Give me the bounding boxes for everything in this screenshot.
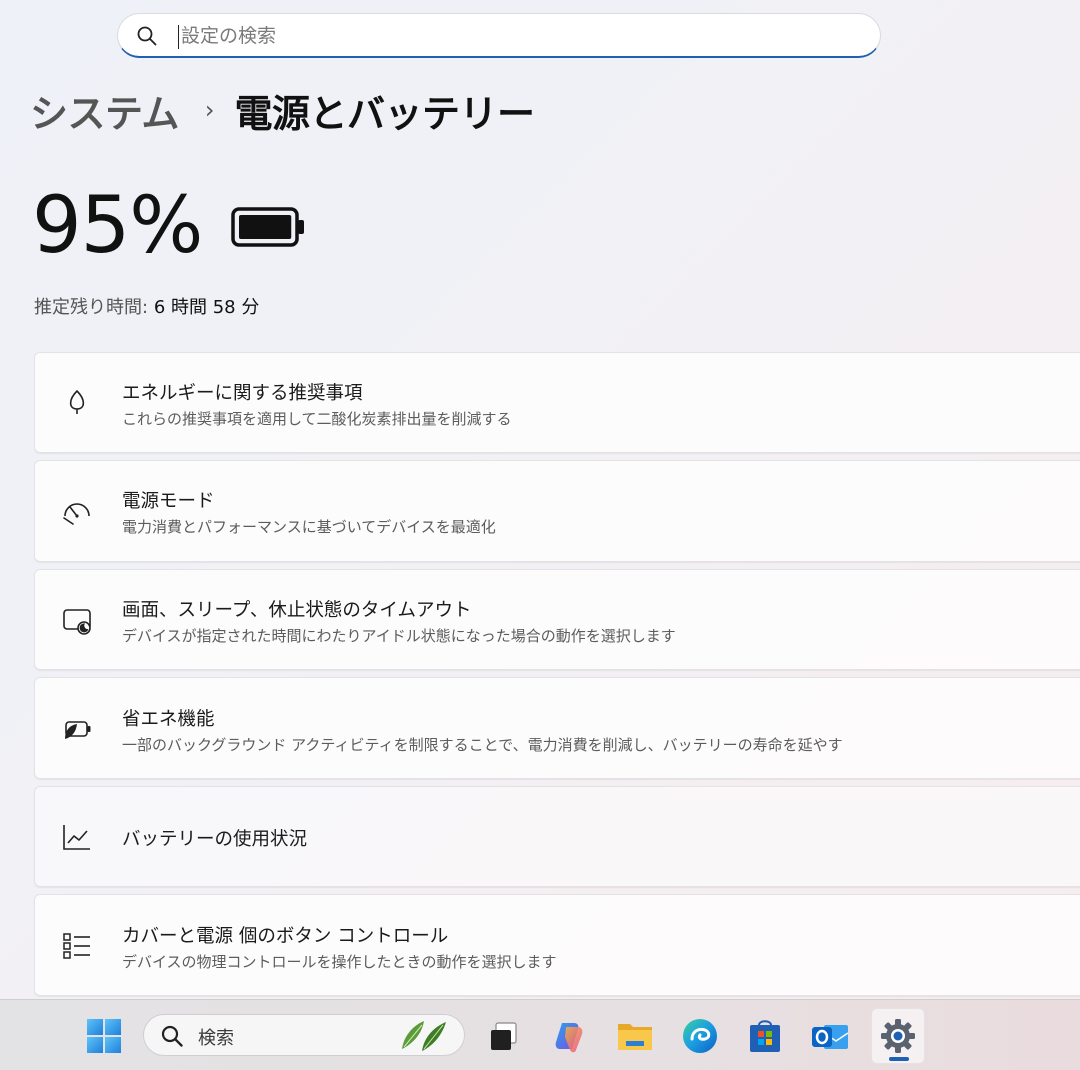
card-subtitle: 電力消費とパフォーマンスに基づいてデバイスを最適化	[122, 518, 496, 536]
start-button[interactable]	[80, 1012, 128, 1060]
card-subtitle: デバイスの物理コントロールを操作したときの動作を選択します	[122, 953, 557, 971]
gauge-icon	[63, 503, 90, 525]
breadcrumb-system-link[interactable]: システム	[30, 83, 179, 138]
task-view-button[interactable]	[480, 1012, 528, 1060]
card-title: 画面、スリープ、休止状態のタイムアウト	[122, 600, 472, 621]
card-energy-saver[interactable]: 省エネ機能 一部のバックグラウンド アクティビティを制限することで、電力消費を削…	[34, 677, 1080, 779]
card-screen-sleep-timeout[interactable]: 画面、スリープ、休止状態のタイムアウト デバイスが指定された時間にわたりアイドル…	[34, 569, 1080, 670]
page-title: 電源とバッテリー	[234, 91, 535, 136]
list-icon	[63, 933, 90, 959]
store-icon	[750, 1020, 780, 1052]
store-button[interactable]	[741, 1012, 789, 1060]
card-power-mode[interactable]: 電源モード 電力消費とパフォーマンスに基づいてデバイスを最適化	[34, 460, 1080, 562]
settings-icon	[881, 1019, 915, 1053]
search-icon	[161, 1025, 183, 1047]
taskbar-search-box[interactable]: 検索	[143, 1014, 465, 1056]
card-title: 省エネ機能	[122, 709, 215, 730]
card-subtitle: デバイスが指定された時間にわたりアイドル状態になった場合の動作を選択します	[122, 627, 676, 645]
breadcrumb: システム › 電源とバッテリー	[30, 84, 535, 136]
outlook-button[interactable]	[806, 1012, 854, 1060]
battery-time-estimate: 推定残り時間: 6 時間 58 分	[34, 293, 259, 319]
card-title: バッテリーの使用状況	[122, 829, 308, 850]
card-subtitle: これらの推奨事項を適用して二酸化炭素排出量を削減する	[122, 410, 512, 428]
card-title: エネルギーに関する推奨事項	[122, 383, 363, 404]
search-icon	[137, 26, 157, 46]
estimate-value: 6 時間 58 分	[153, 297, 260, 318]
taskbar: 検索	[0, 999, 1080, 1070]
card-subtitle: 一部のバックグラウンド アクティビティを制限することで、電力消費を削減し、バッテ…	[122, 736, 843, 754]
card-energy-recommendations[interactable]: エネルギーに関する推奨事項 これらの推奨事項を適用して二酸化炭素排出量を削減する	[34, 352, 1080, 453]
file-explorer-icon	[618, 1024, 652, 1050]
battery-percentage: 95%	[32, 181, 203, 271]
card-title: 電源モード	[122, 491, 215, 512]
breadcrumb-separator-icon: ›	[204, 96, 215, 124]
settings-search-input[interactable]	[178, 20, 841, 52]
leaf-icon	[69, 390, 85, 414]
windows-start-icon	[87, 1019, 121, 1053]
active-app-indicator	[889, 1057, 909, 1061]
copilot-icon	[555, 1023, 583, 1053]
battery-icon	[231, 207, 304, 247]
task-view-icon	[491, 1022, 517, 1050]
settings-button[interactable]	[871, 1008, 925, 1064]
card-lid-power-buttons[interactable]: カバーと電源 個のボタン コントロール デバイスの物理コントロールを操作したとき…	[34, 894, 1080, 996]
card-title: カバーと電源 個のボタン コントロール	[122, 926, 449, 947]
search-highlight-leaves-icon	[402, 1021, 446, 1051]
card-battery-usage[interactable]: バッテリーの使用状況	[34, 786, 1080, 887]
estimate-label: 推定残り時間:	[34, 297, 149, 318]
outlook-icon	[812, 1025, 849, 1049]
edge-button[interactable]	[676, 1012, 724, 1060]
battery-saver-icon	[65, 721, 91, 739]
chart-icon	[63, 825, 90, 850]
taskbar-search-label: 検索	[198, 1028, 234, 1049]
edge-icon	[683, 1019, 717, 1053]
file-explorer-button[interactable]	[611, 1012, 659, 1060]
settings-search-box[interactable]	[117, 13, 881, 58]
screen-sleep-icon	[63, 609, 91, 635]
copilot-button[interactable]	[545, 1012, 593, 1060]
